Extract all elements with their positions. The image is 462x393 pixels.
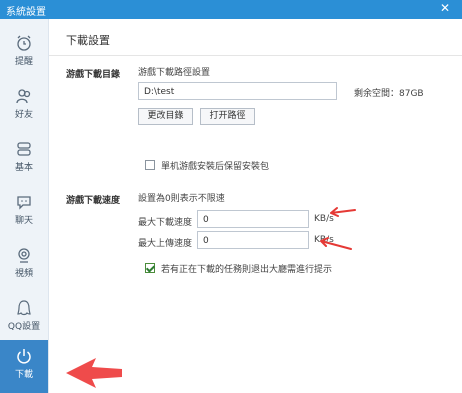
sidebar-item-chat[interactable]: 聊天 [0, 186, 48, 238]
max-download-label: 最大下載速度 [138, 218, 193, 228]
exit-prompt-checkbox[interactable] [145, 263, 155, 273]
sidebar-item-label: 聊天 [14, 216, 33, 226]
download-power-icon [17, 349, 31, 364]
max-upload-input[interactable]: 0 [197, 231, 309, 249]
window-title: 系統設置 [6, 7, 46, 18]
section-label-download-speed: 游戲下載速度 [66, 196, 121, 206]
sidebar: 提醒 好友 基本 聊天 視頻 QQ設置 下載 [0, 19, 49, 393]
sidebar-item-download[interactable]: 下載 [0, 340, 48, 393]
sidebar-item-label: 提醒 [14, 57, 33, 67]
page-title: 下載設置 [66, 34, 110, 47]
open-path-button[interactable]: 打开路徑 [200, 108, 255, 125]
annotation-arrow-download-nav [66, 358, 122, 388]
download-path-field[interactable]: D:\test [138, 82, 337, 100]
annotation-arrow-upload [320, 237, 352, 250]
sidebar-item-label: 下載 [14, 370, 33, 380]
sidebar-item-qq-settings[interactable]: QQ設置 [0, 292, 48, 344]
friends-icon [16, 89, 31, 104]
sidebar-item-friends[interactable]: 好友 [0, 80, 48, 132]
annotation-arrow-download [330, 207, 356, 217]
sidebar-item-label: 視頻 [14, 269, 33, 279]
free-space-label: 剩余空間：87GB [354, 89, 424, 99]
keep-package-label: 單机游戲安裝后保留安裝包 [161, 162, 270, 172]
settings-panel: 下載設置 游戲下載目錄 游戲下載路徑設置 D:\test 剩余空間：87GB 更… [49, 19, 462, 393]
alarm-clock-icon [17, 35, 31, 51]
section-label-download-dir: 游戲下載目錄 [66, 70, 121, 80]
sidebar-item-label: 好友 [14, 110, 33, 120]
max-download-input[interactable]: 0 [197, 210, 309, 228]
path-setting-label: 游戲下載路徑設置 [138, 68, 211, 78]
sidebar-item-reminder[interactable]: 提醒 [0, 27, 48, 79]
exit-prompt-label: 若有正在下載的任務則退出大廳需進行提示 [161, 265, 333, 275]
keep-package-checkbox[interactable] [145, 160, 155, 170]
sidebar-item-video[interactable]: 視頻 [0, 239, 48, 291]
speed-hint-label: 設置為0則表示不限速 [138, 194, 225, 204]
basic-settings-icon [17, 142, 31, 156]
title-bar: 系統設置 ✕ [0, 0, 462, 19]
chat-bubble-icon [17, 196, 31, 210]
video-camera-icon [18, 248, 30, 263]
qq-penguin-icon [17, 300, 31, 316]
sidebar-item-label: QQ設置 [7, 322, 41, 332]
divider [49, 55, 462, 56]
sidebar-item-basic[interactable]: 基本 [0, 133, 48, 185]
close-icon[interactable]: ✕ [440, 1, 450, 15]
sidebar-item-label: 基本 [14, 163, 33, 173]
max-upload-label: 最大上傳速度 [138, 239, 193, 249]
change-directory-button[interactable]: 更改目錄 [138, 108, 193, 125]
